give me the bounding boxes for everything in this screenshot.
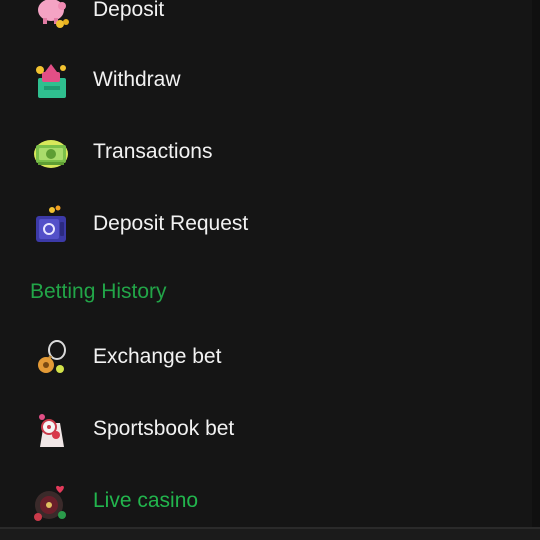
menu-item-label: Live casino: [93, 489, 199, 512]
menu-item-deposit-request[interactable]: Deposit Request: [0, 196, 532, 252]
menu-item-label: Transactions: [93, 140, 213, 163]
menu-item-transactions[interactable]: Transactions: [0, 124, 532, 180]
money-bag-icon: [30, 60, 72, 102]
sports-ball-icon: [30, 409, 72, 451]
tennis-trophy-icon: [30, 337, 72, 379]
section-heading-betting-history: Betting History: [30, 280, 167, 303]
roulette-chips-icon: [30, 481, 72, 523]
menu-item-label: Deposit Request: [93, 212, 249, 235]
cash-stack-icon: [30, 132, 72, 174]
menu-item-withdraw[interactable]: Withdraw: [0, 52, 532, 108]
menu-item-label: Sportsbook bet: [93, 417, 235, 440]
side-menu-screen: Deposit Withdraw Transactions Deposit Re…: [0, 0, 540, 540]
bottom-bar: [0, 529, 540, 540]
menu-item-deposit[interactable]: Deposit: [0, 0, 532, 38]
menu-item-label: Deposit: [93, 0, 165, 21]
scroll-edge: [532, 0, 540, 540]
menu-item-label: Withdraw: [93, 68, 181, 91]
menu-item-exchange-bet[interactable]: Exchange bet: [0, 329, 532, 385]
menu-item-live-casino[interactable]: Live casino: [0, 473, 532, 529]
menu-item-label: Exchange bet: [93, 345, 222, 368]
piggy-bank-icon: [30, 0, 72, 32]
menu-item-sportsbook-bet[interactable]: Sportsbook bet: [0, 401, 532, 457]
safe-box-icon: [30, 204, 72, 246]
